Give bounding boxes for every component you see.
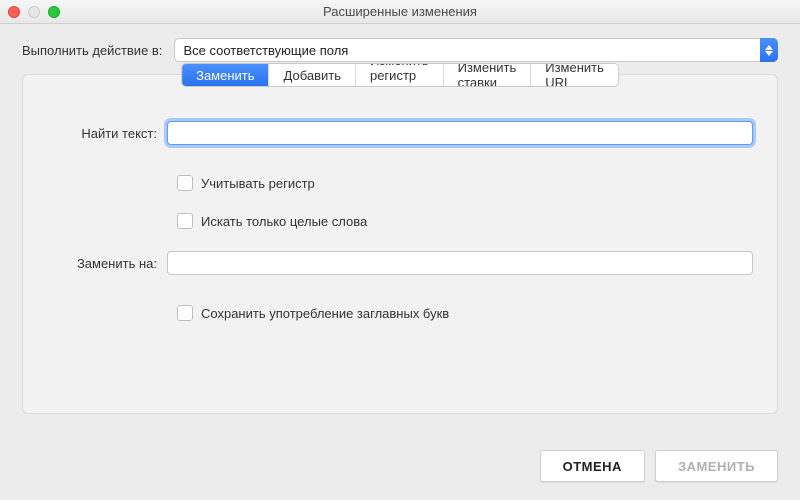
replace-input[interactable] <box>167 251 753 275</box>
find-row: Найти текст: <box>47 121 753 145</box>
find-input[interactable] <box>167 121 753 145</box>
submit-button[interactable]: ЗАМЕНИТЬ <box>655 450 778 482</box>
preserve-caps-row: Сохранить употребление заглавных букв <box>177 305 753 321</box>
whole-words-label: Искать только целые слова <box>201 214 367 229</box>
match-case-checkbox[interactable] <box>177 175 193 191</box>
preserve-caps-checkbox[interactable] <box>177 305 193 321</box>
chevron-up-down-icon <box>760 38 778 62</box>
tabbar: Заменить Добавить Изменить регистр текст… <box>181 63 619 87</box>
footer-buttons: ОТМЕНА ЗАМЕНИТЬ <box>540 450 778 482</box>
zoom-icon[interactable] <box>48 6 60 18</box>
tab-change-bids[interactable]: Изменить ставки <box>444 64 532 86</box>
window-controls <box>8 6 60 18</box>
tab-add[interactable]: Добавить <box>270 64 356 86</box>
main-panel: Заменить Добавить Изменить регистр текст… <box>22 74 778 414</box>
replace-row: Заменить на: <box>47 251 753 275</box>
tab-change-case[interactable]: Изменить регистр текста <box>356 64 444 86</box>
tab-replace[interactable]: Заменить <box>182 64 269 86</box>
action-scope-select[interactable]: Все соответствующие поля <box>174 38 778 62</box>
tab-change-url[interactable]: Изменить URL <box>531 64 618 86</box>
match-case-row: Учитывать регистр <box>177 175 753 191</box>
cancel-button[interactable]: ОТМЕНА <box>540 450 645 482</box>
find-label: Найти текст: <box>47 126 167 141</box>
action-scope-value: Все соответствующие поля <box>183 43 348 58</box>
close-icon[interactable] <box>8 6 20 18</box>
preserve-caps-label: Сохранить употребление заглавных букв <box>201 306 449 321</box>
window-title: Расширенные изменения <box>323 4 477 19</box>
minimize-icon <box>28 6 40 18</box>
replace-label: Заменить на: <box>47 256 167 271</box>
whole-words-row: Искать только целые слова <box>177 213 753 229</box>
action-scope-label: Выполнить действие в: <box>22 43 162 58</box>
titlebar: Расширенные изменения <box>0 0 800 24</box>
match-case-label: Учитывать регистр <box>201 176 315 191</box>
whole-words-checkbox[interactable] <box>177 213 193 229</box>
